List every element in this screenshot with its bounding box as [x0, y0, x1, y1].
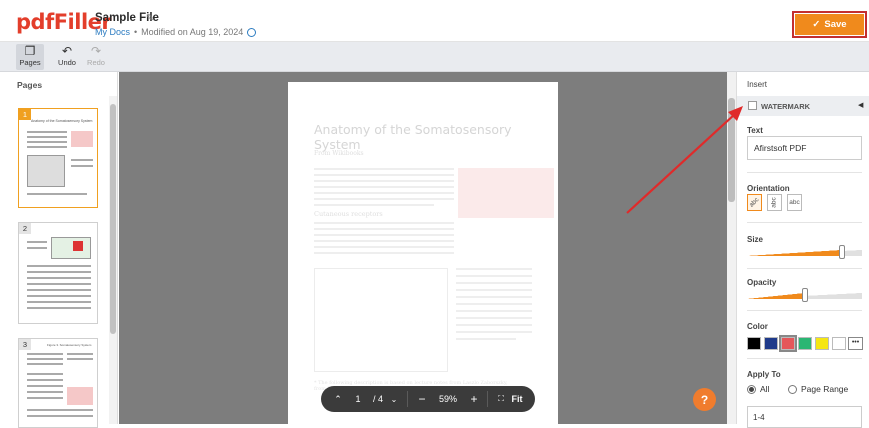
zoom-level[interactable]: 59% [435, 386, 461, 412]
size-slider-thumb[interactable] [839, 245, 846, 259]
orientation-horizontal-option[interactable]: abc [787, 194, 802, 211]
thumb-caption: Anatomy of the Somatosensory System [31, 119, 93, 123]
color-swatch[interactable] [747, 337, 761, 350]
color-swatch[interactable] [815, 337, 829, 350]
orientation-vertical-option[interactable]: abc [767, 194, 782, 211]
current-page-field[interactable]: 1 [351, 386, 365, 412]
highlighted-note-box [458, 168, 554, 218]
thumb-caption: Figure 3. Somatosensory System [47, 343, 92, 347]
watermark-text-field[interactable] [747, 136, 862, 160]
size-label: Size [747, 235, 764, 244]
fit-icon[interactable]: ⛶ [495, 386, 507, 412]
document-page[interactable]: Anatomy of the Somatosensory System From… [288, 82, 558, 424]
watermark-checkbox[interactable] [748, 101, 757, 110]
canvas-scrollbar[interactable] [727, 72, 736, 424]
apply-range-label: Page Range [801, 384, 849, 394]
section-heading: Cutaneous receptors [314, 210, 383, 218]
apply-all-label: All [760, 384, 770, 394]
redo-icon: ↷ [90, 44, 102, 58]
color-swatch[interactable] [779, 335, 797, 352]
page-dropdown-chevron-icon[interactable]: ⌄ [387, 386, 401, 412]
meta-separator: • [134, 27, 138, 37]
page-thumbnail-1[interactable]: 1 Anatomy of the Somatosensory System [18, 108, 98, 208]
watermark-label: WATERMARK [761, 102, 811, 111]
zoom-in-icon[interactable]: + [467, 386, 481, 412]
size-slider-fill [747, 250, 843, 256]
watermark-section-header[interactable]: WATERMARK ◀ [737, 96, 869, 116]
collapse-arrow-icon[interactable]: ◀ [858, 101, 863, 109]
color-label: Color [747, 322, 768, 331]
opacity-label: Opacity [747, 278, 777, 287]
color-swatch[interactable] [764, 337, 778, 350]
opacity-slider[interactable] [747, 288, 862, 302]
clock-icon[interactable] [247, 27, 257, 37]
page-thumbnail-3[interactable]: 3 Figure 3. Somatosensory System [18, 338, 98, 428]
document-canvas[interactable]: Anatomy of the Somatosensory System From… [119, 72, 736, 424]
pages-icon: ❐ [24, 44, 36, 58]
page-range-field[interactable] [747, 406, 862, 428]
pages-scrollbar[interactable] [109, 96, 117, 424]
save-button[interactable]: ✓ Save [795, 14, 864, 35]
pages-scrollbar-thumb[interactable] [110, 104, 116, 334]
thumb-number: 2 [19, 223, 31, 234]
orientation-diagonal-option[interactable]: abc [747, 194, 762, 211]
modified-date: Modified on Aug 19, 2024 [141, 27, 244, 37]
undo-label: Undo [58, 58, 76, 67]
redo-label: Redo [87, 58, 105, 67]
insert-panel-title: Insert [747, 80, 768, 89]
breadcrumb-my-docs[interactable]: My Docs [95, 27, 130, 37]
insert-panel: Insert WATERMARK ◀ Text Orientation abc … [736, 72, 869, 428]
zoom-out-icon[interactable]: − [415, 386, 429, 412]
orientation-label: Orientation [747, 184, 790, 193]
canvas-scrollbar-thumb[interactable] [728, 98, 735, 202]
pages-panel-title: Pages [17, 80, 43, 90]
pages-tool-label: Pages [19, 58, 41, 67]
pages-panel: Pages 1 Anatomy of the Somatosensory Sys… [0, 72, 118, 428]
file-meta: My Docs • Modified on Aug 19, 2024 [95, 27, 257, 37]
save-label: Save [824, 19, 847, 30]
document-author: From Wikibooks [314, 150, 364, 157]
save-highlight-frame: ✓ Save [792, 11, 867, 38]
checkmark-icon: ✓ [812, 19, 821, 30]
undo-button[interactable]: ↶ Undo [53, 44, 81, 70]
fit-button[interactable]: Fit [509, 386, 525, 412]
apply-all-radio[interactable] [747, 385, 756, 394]
document-title: Anatomy of the Somatosensory System [314, 122, 512, 152]
thumb-number: 3 [19, 339, 31, 350]
color-swatch[interactable] [832, 337, 846, 350]
apply-to-label: Apply To [747, 370, 781, 379]
app-header: pdfFiller Sample File ✎ My Docs • Modifi… [0, 0, 869, 42]
page-thumbnail-2[interactable]: 2 [18, 222, 98, 324]
more-colors-button[interactable]: ••• [848, 337, 863, 350]
thumb-number: 1 [19, 109, 31, 120]
undo-icon: ↶ [61, 44, 73, 58]
apply-range-radio[interactable] [788, 385, 797, 394]
redo-button[interactable]: ↷ Redo [82, 44, 110, 70]
color-swatch[interactable] [798, 337, 812, 350]
text-label: Text [747, 126, 763, 135]
editor-toolbar: ❐ Pages ↶ Undo ↷ Redo [0, 42, 869, 72]
opacity-slider-thumb[interactable] [801, 288, 808, 302]
prev-page-icon[interactable]: ⌃ [329, 386, 347, 412]
page-total: / 4 [372, 394, 383, 404]
anatomy-figure [314, 268, 448, 372]
size-slider[interactable] [747, 245, 862, 259]
help-button[interactable]: ? [693, 388, 716, 411]
pages-tool-button[interactable]: ❐ Pages [16, 44, 44, 70]
edit-pencil-icon[interactable]: ✎ [146, 13, 154, 24]
opacity-slider-fill [747, 293, 805, 299]
zoom-toolbar: ⌃ 1 / 4 ⌄ − 59% + ⛶ Fit [321, 386, 535, 412]
